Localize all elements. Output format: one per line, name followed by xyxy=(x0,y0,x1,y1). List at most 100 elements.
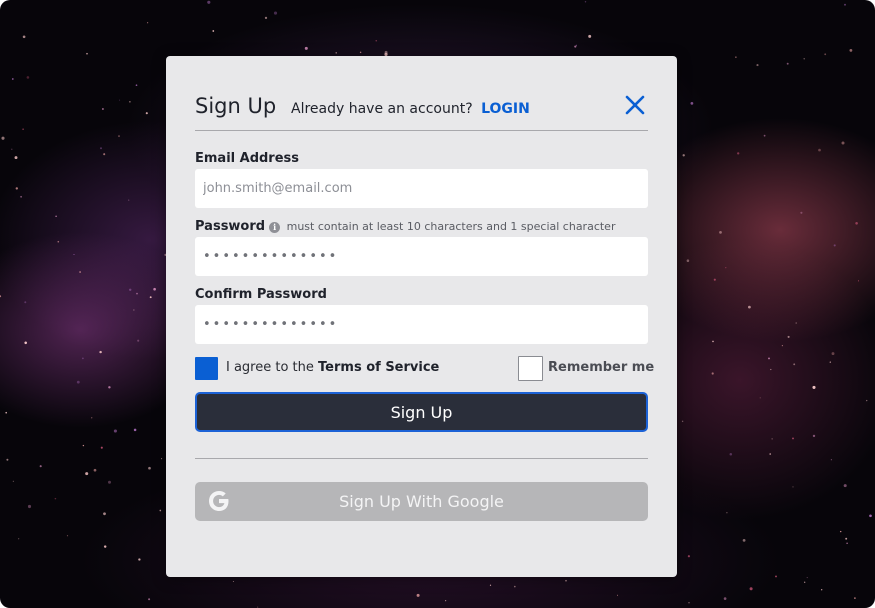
star-dot xyxy=(574,45,577,48)
star-dot xyxy=(687,555,691,558)
star-dot xyxy=(854,597,856,599)
star-dot xyxy=(26,76,30,79)
star-dot xyxy=(793,363,796,366)
star-dot xyxy=(769,453,771,455)
star-dot xyxy=(148,598,151,601)
star-dot xyxy=(584,1,587,3)
star-dot xyxy=(768,357,770,360)
space-background: Sign Up Already have an account? LOGIN E… xyxy=(0,0,875,608)
password-field[interactable] xyxy=(195,237,648,276)
terms-label: I agree to the Terms of Service xyxy=(226,360,439,375)
star-dot xyxy=(821,589,823,591)
star-dot xyxy=(18,538,20,540)
remember-me-checkbox[interactable] xyxy=(518,356,543,381)
star-dot xyxy=(792,437,794,440)
star-dot xyxy=(11,78,14,80)
star-dot xyxy=(103,512,106,516)
star-dot xyxy=(812,385,816,389)
star-dot xyxy=(100,147,102,150)
star-dot xyxy=(514,585,516,588)
star-dot xyxy=(792,486,794,488)
star-dot xyxy=(775,575,777,578)
star-dot xyxy=(103,153,106,156)
star-dot xyxy=(149,296,152,299)
star-dot xyxy=(14,156,18,160)
confirm-password-label: Confirm Password xyxy=(195,287,327,302)
star-dot xyxy=(11,148,13,150)
star-dot xyxy=(843,484,847,488)
star-dot xyxy=(830,459,833,461)
star-dot xyxy=(742,539,746,542)
star-dot xyxy=(384,50,388,54)
star-dot xyxy=(22,128,24,130)
star-dot xyxy=(129,101,131,103)
password-label: Password xyxy=(195,219,266,234)
modal-title: Sign Up xyxy=(195,94,277,118)
star-dot xyxy=(57,240,60,243)
star-dot xyxy=(207,0,211,4)
star-dot xyxy=(135,84,138,87)
star-dot xyxy=(489,584,492,586)
star-dot xyxy=(101,108,104,110)
close-icon[interactable] xyxy=(624,94,646,116)
star-dot xyxy=(55,215,57,217)
star-dot xyxy=(128,199,130,201)
star-dot xyxy=(763,134,766,137)
star-dot xyxy=(15,187,18,190)
star-dot xyxy=(133,309,135,311)
password-hint: must contain at least 10 characters and … xyxy=(286,220,616,233)
star-dot xyxy=(113,429,117,433)
star-dot xyxy=(86,52,88,55)
star-dot xyxy=(304,46,308,50)
subtitle-text: Already have an account? xyxy=(291,101,473,117)
star-dot xyxy=(833,244,836,247)
star-dot xyxy=(161,458,163,460)
star-dot xyxy=(93,468,97,472)
terms-checkbox[interactable] xyxy=(195,357,218,380)
terms-of-service-link[interactable]: Terms of Service xyxy=(318,360,439,375)
star-dot xyxy=(375,40,377,42)
star-dot xyxy=(857,280,860,282)
confirm-password-field[interactable] xyxy=(195,305,648,344)
star-dot xyxy=(159,509,162,512)
star-dot xyxy=(781,345,783,347)
star-dot xyxy=(841,141,845,145)
star-dot xyxy=(91,417,93,419)
star-dot xyxy=(756,64,759,67)
star-dot xyxy=(145,112,148,115)
star-dot xyxy=(803,58,805,60)
star-dot xyxy=(804,581,806,583)
star-dot xyxy=(264,16,268,20)
star-dot xyxy=(770,368,772,371)
star-dot xyxy=(690,102,694,105)
star-dot xyxy=(6,458,9,461)
star-dot xyxy=(416,593,420,597)
star-dot xyxy=(20,195,22,198)
star-dot xyxy=(153,287,156,291)
star-dot xyxy=(729,453,733,456)
sign-up-button[interactable]: Sign Up xyxy=(195,392,648,432)
remember-me-label: Remember me xyxy=(548,360,655,375)
email-field[interactable] xyxy=(195,169,648,208)
star-dot xyxy=(787,335,790,338)
divider xyxy=(195,458,648,459)
star-dot xyxy=(735,56,737,58)
star-dot xyxy=(806,577,808,579)
star-dot xyxy=(108,480,111,484)
star-dot xyxy=(725,267,727,269)
star-dot xyxy=(719,231,722,234)
star-dot xyxy=(849,48,853,52)
star-dot xyxy=(119,99,121,101)
star-dot xyxy=(136,292,138,295)
star-dot xyxy=(82,357,84,360)
star-dot xyxy=(682,154,685,157)
star-dot xyxy=(771,438,773,440)
star-dot xyxy=(82,444,85,447)
star-dot xyxy=(39,465,42,468)
star-dot xyxy=(869,514,872,518)
login-link[interactable]: LOGIN xyxy=(481,101,530,117)
star-dot xyxy=(128,288,132,292)
star-dot xyxy=(565,579,567,582)
sign-up-with-google-button[interactable]: Sign Up With Google xyxy=(195,482,648,521)
star-dot xyxy=(273,11,278,15)
